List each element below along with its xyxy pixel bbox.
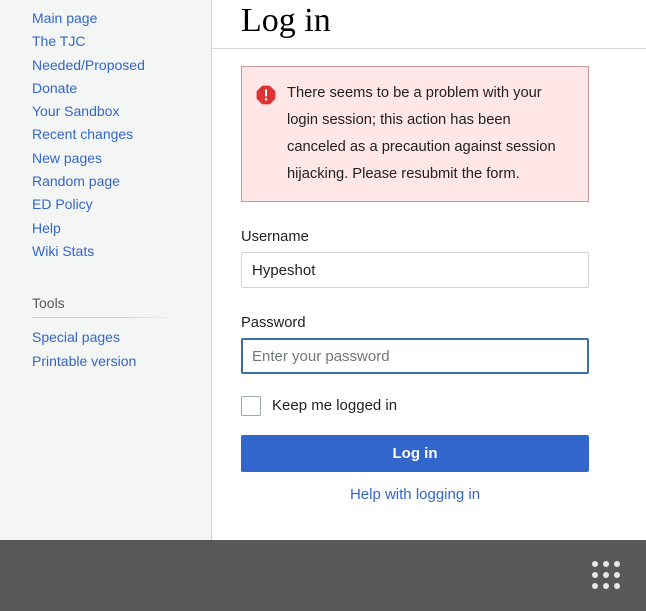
sidebar-item-wiki-stats[interactable]: Wiki Stats	[0, 240, 211, 263]
main-content: Log in There seems to be a problem with …	[212, 0, 646, 540]
sidebar-item-main-page[interactable]: Main page	[0, 7, 211, 30]
list-item: Printable version	[0, 350, 211, 373]
grid-dot	[614, 561, 620, 567]
list-item: Needed/Proposed	[0, 54, 211, 77]
grid-dot	[614, 583, 620, 589]
list-item: Main page	[0, 7, 211, 30]
grid-dot	[592, 572, 598, 578]
list-item: The TJC	[0, 30, 211, 53]
list-item: New pages	[0, 147, 211, 170]
sidebar-item-special-pages[interactable]: Special pages	[0, 326, 211, 349]
password-input[interactable]	[241, 338, 589, 374]
keep-logged-in-checkbox[interactable]	[241, 396, 261, 416]
grid-dot	[603, 561, 609, 567]
sidebar: Main page The TJC Needed/Proposed Donate…	[0, 0, 212, 540]
error-octagon-icon	[256, 85, 276, 105]
bottom-bar	[0, 540, 646, 611]
sidebar-navigation-list: Main page The TJC Needed/Proposed Donate…	[0, 0, 211, 263]
grid-dot	[603, 583, 609, 589]
username-label: Username	[241, 229, 309, 245]
list-item: Help	[0, 217, 211, 240]
list-item: ED Policy	[0, 193, 211, 216]
grid-dot	[592, 583, 598, 589]
list-item: Your Sandbox	[0, 100, 211, 123]
help-link-row: Help with logging in	[241, 486, 589, 504]
list-item: Random page	[0, 170, 211, 193]
grid-dot	[603, 572, 609, 578]
grid-dot	[592, 561, 598, 567]
page-title: Log in	[212, 0, 646, 49]
list-item: Donate	[0, 77, 211, 100]
apps-grid-icon[interactable]	[587, 556, 625, 594]
login-form: There seems to be a problem with your lo…	[212, 66, 646, 504]
sidebar-item-help[interactable]: Help	[0, 217, 211, 240]
sidebar-item-ed-policy[interactable]: ED Policy	[0, 193, 211, 216]
sidebar-item-needed-proposed[interactable]: Needed/Proposed	[0, 54, 211, 77]
list-item: Recent changes	[0, 123, 211, 146]
sidebar-item-new-pages[interactable]: New pages	[0, 147, 211, 170]
login-submit-button[interactable]: Log in	[241, 435, 589, 472]
sidebar-item-the-tjc[interactable]: The TJC	[0, 30, 211, 53]
sidebar-item-random-page[interactable]: Random page	[0, 170, 211, 193]
sidebar-item-recent-changes[interactable]: Recent changes	[0, 123, 211, 146]
page-root: Main page The TJC Needed/Proposed Donate…	[0, 0, 646, 540]
grid-dot	[614, 572, 620, 578]
keep-logged-in-row[interactable]: Keep me logged in	[241, 396, 589, 416]
tools-list: Special pages Printable version	[0, 318, 211, 373]
list-item: Wiki Stats	[0, 240, 211, 263]
tools-section-heading: Tools	[32, 295, 65, 312]
sidebar-item-your-sandbox[interactable]: Your Sandbox	[0, 100, 211, 123]
sidebar-item-donate[interactable]: Donate	[0, 77, 211, 100]
error-message-box: There seems to be a problem with your lo…	[241, 66, 589, 202]
list-item: Special pages	[0, 326, 211, 349]
error-message-text: There seems to be a problem with your lo…	[287, 85, 556, 182]
help-with-logging-in-link[interactable]: Help with logging in	[350, 486, 480, 503]
password-label: Password	[241, 315, 306, 331]
keep-logged-in-label: Keep me logged in	[272, 397, 398, 414]
username-input[interactable]	[241, 252, 589, 288]
sidebar-item-printable-version[interactable]: Printable version	[0, 350, 211, 373]
